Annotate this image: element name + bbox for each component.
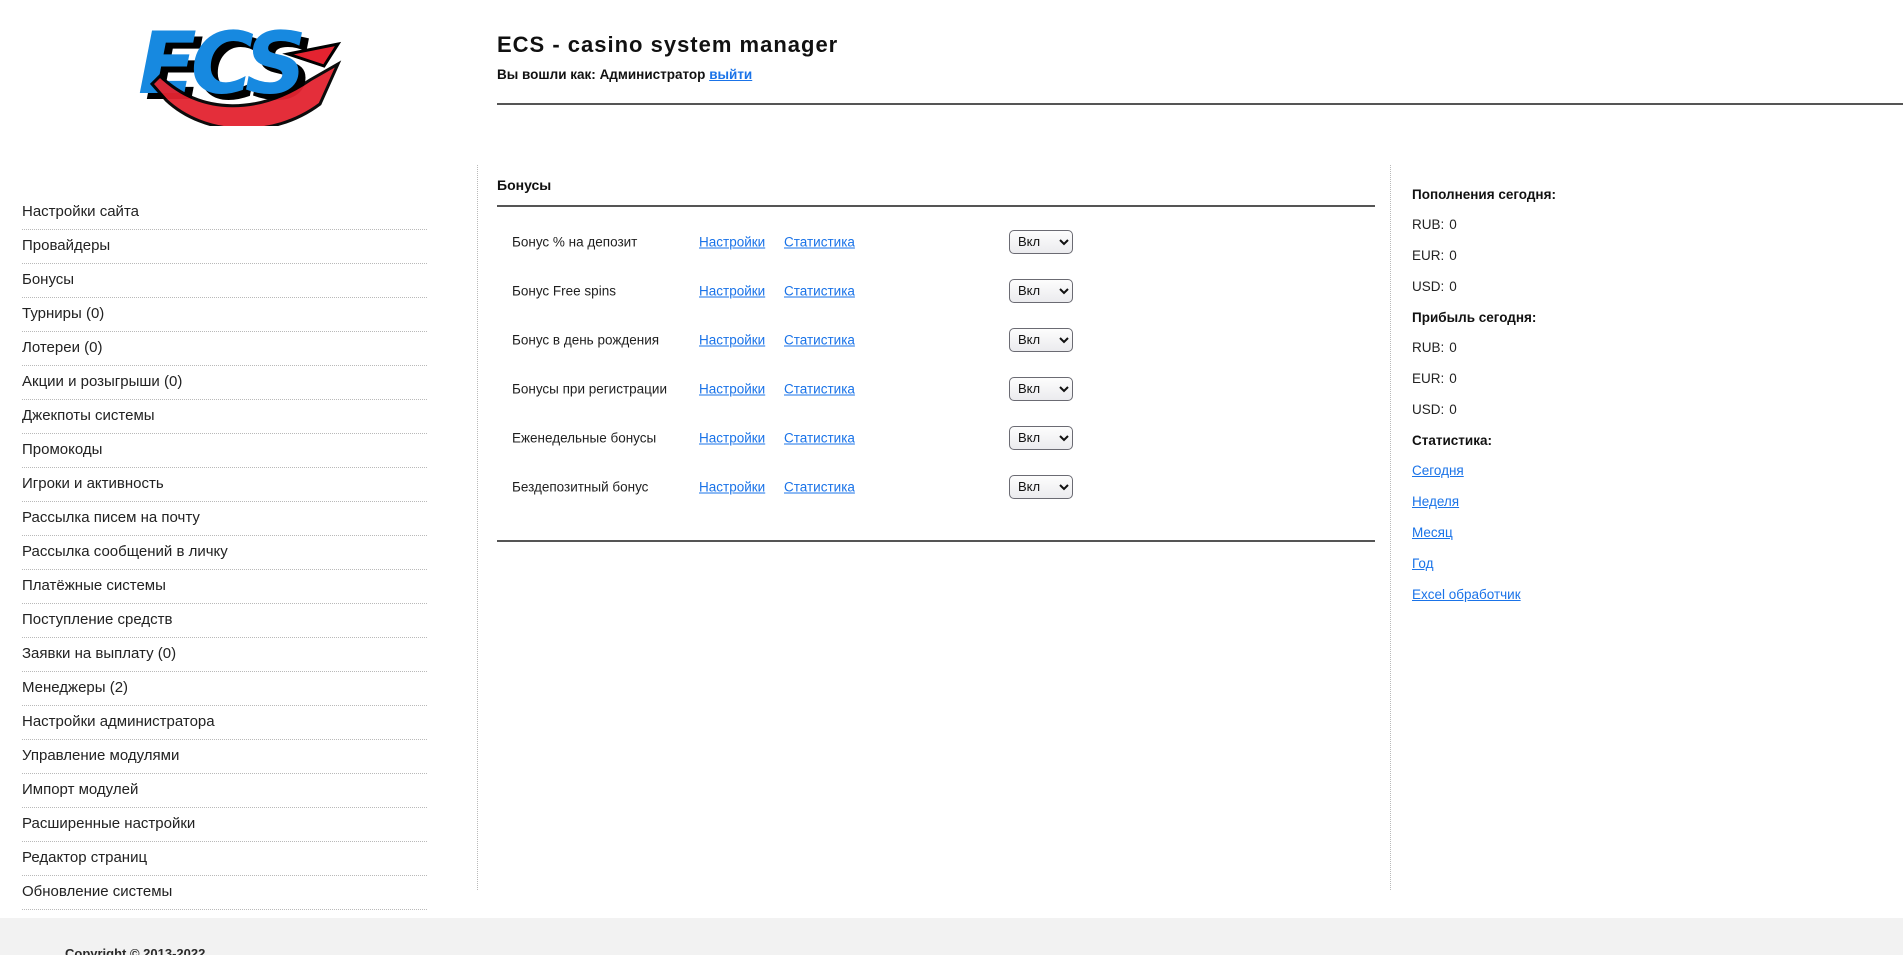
sidebar-item-module-management[interactable]: Управление модулями bbox=[22, 740, 427, 774]
sidebar-item-lotteries[interactable]: Лотереи (0) bbox=[22, 332, 427, 366]
currency-value: 0 bbox=[1449, 248, 1457, 263]
statistics-link[interactable]: Статистика bbox=[784, 283, 855, 298]
sidebar-item-admin-settings[interactable]: Настройки администратора bbox=[22, 706, 427, 740]
sidebar-item-email-mailing[interactable]: Рассылка писем на почту bbox=[22, 502, 427, 536]
bonus-name: Бонус Free spins bbox=[512, 283, 616, 298]
settings-link[interactable]: Настройки bbox=[699, 479, 765, 494]
currency-value: 0 bbox=[1449, 217, 1457, 232]
profit-today-title: Прибыль сегодня: bbox=[1412, 309, 1882, 327]
bonuses-section: Бонусы Бонус % на депозит Настройки Стат… bbox=[497, 176, 1375, 542]
sidebar-item-system-update[interactable]: Обновление системы bbox=[22, 876, 427, 910]
section-divider-top bbox=[497, 205, 1375, 207]
footer: Copyright © 2013-2022 bbox=[0, 918, 1903, 955]
bonus-rows: Бонус % на депозит Настройки Статистика … bbox=[497, 217, 1375, 511]
statistics-link[interactable]: Статистика bbox=[784, 234, 855, 249]
statistics-links: Сегодня Неделя Месяц Год Excel обработчи… bbox=[1412, 462, 1882, 604]
page-title: ECS - casino system manager bbox=[497, 32, 838, 58]
bonus-toggle-select[interactable]: Вкл bbox=[1009, 279, 1073, 303]
bonus-toggle-select[interactable]: Вкл bbox=[1009, 475, 1073, 499]
deposits-today-title: Пополнения сегодня: bbox=[1412, 186, 1882, 204]
stats-month-link[interactable]: Месяц bbox=[1412, 525, 1453, 540]
bonus-name: Бонусы при регистрации bbox=[512, 381, 667, 396]
bonus-toggle-select[interactable]: Вкл bbox=[1009, 426, 1073, 450]
sidebar-item-page-editor[interactable]: Редактор страниц bbox=[22, 842, 427, 876]
sidebar-item-bonuses[interactable]: Бонусы bbox=[22, 264, 427, 298]
section-title: Бонусы bbox=[497, 176, 1375, 195]
sidebar-item-jackpots[interactable]: Джекпоты системы bbox=[22, 400, 427, 434]
currency-label: USD: bbox=[1412, 402, 1444, 417]
stats-excel-link[interactable]: Excel обработчик bbox=[1412, 587, 1521, 602]
sidebar-item-payout-requests[interactable]: Заявки на выплату (0) bbox=[22, 638, 427, 672]
statistics-link[interactable]: Статистика bbox=[784, 479, 855, 494]
sidebar-item-module-import[interactable]: Импорт модулей bbox=[22, 774, 427, 808]
sidebar-item-managers[interactable]: Менеджеры (2) bbox=[22, 672, 427, 706]
currency-label: EUR: bbox=[1412, 371, 1444, 386]
bonus-row-no-deposit: Бездепозитный бонус Настройки Статистика… bbox=[497, 462, 1375, 511]
deposits-usd: USD: 0 bbox=[1412, 278, 1882, 296]
bonus-toggle-select[interactable]: Вкл bbox=[1009, 377, 1073, 401]
deposits-rub: RUB: 0 bbox=[1412, 216, 1882, 234]
header: ECS - casino system manager Вы вошли как… bbox=[497, 32, 838, 82]
profit-eur: EUR: 0 bbox=[1412, 370, 1882, 388]
sidebar-item-payment-systems[interactable]: Платёжные системы bbox=[22, 570, 427, 604]
sidebar-item-promocodes[interactable]: Промокоды bbox=[22, 434, 427, 468]
currency-value: 0 bbox=[1449, 279, 1457, 294]
statistics-link[interactable]: Статистика bbox=[784, 332, 855, 347]
header-divider bbox=[497, 103, 1903, 105]
bonus-row-free-spins: Бонус Free spins Настройки Статистика Вк… bbox=[497, 266, 1375, 315]
sidebar-item-players-activity[interactable]: Игроки и активность bbox=[22, 468, 427, 502]
deposits-eur: EUR: 0 bbox=[1412, 247, 1882, 265]
bonus-name: Еженедельные бонусы bbox=[512, 430, 656, 445]
currency-label: USD: bbox=[1412, 279, 1444, 294]
bonus-toggle-select[interactable]: Вкл bbox=[1009, 230, 1073, 254]
profit-rub: RUB: 0 bbox=[1412, 339, 1882, 357]
stats-week-link[interactable]: Неделя bbox=[1412, 494, 1459, 509]
ecs-logo: ECS ECS bbox=[138, 14, 348, 126]
sidebar-item-site-settings[interactable]: Настройки сайта bbox=[22, 196, 427, 230]
statistics-link[interactable]: Статистика bbox=[784, 430, 855, 445]
sidebar-item-providers[interactable]: Провайдеры bbox=[22, 230, 427, 264]
bonus-toggle-select[interactable]: Вкл bbox=[1009, 328, 1073, 352]
section-divider-bottom bbox=[497, 540, 1375, 542]
copyright-text: Copyright © 2013-2022 bbox=[65, 946, 205, 955]
sidebar-item-promotions[interactable]: Акции и розыгрыши (0) bbox=[22, 366, 427, 400]
sidebar-main-divider bbox=[477, 165, 478, 890]
settings-link[interactable]: Настройки bbox=[699, 430, 765, 445]
logout-link[interactable]: выйти bbox=[709, 67, 752, 82]
stats-today-link[interactable]: Сегодня bbox=[1412, 463, 1464, 478]
bonus-name: Бонус % на депозит bbox=[512, 234, 637, 249]
main-rightpanel-divider bbox=[1390, 165, 1391, 890]
bonus-name: Бонус в день рождения bbox=[512, 332, 659, 347]
currency-label: RUB: bbox=[1412, 340, 1444, 355]
profit-usd: USD: 0 bbox=[1412, 401, 1882, 419]
bonus-row-weekly: Еженедельные бонусы Настройки Статистика… bbox=[497, 413, 1375, 462]
currency-value: 0 bbox=[1449, 402, 1457, 417]
bonus-row-deposit-percent: Бонус % на депозит Настройки Статистика … bbox=[497, 217, 1375, 266]
currency-value: 0 bbox=[1449, 340, 1457, 355]
login-user: Администратор bbox=[600, 67, 706, 82]
bonus-row-registration: Бонусы при регистрации Настройки Статист… bbox=[497, 364, 1375, 413]
statistics-link[interactable]: Статистика bbox=[784, 381, 855, 396]
ecs-logo-swoosh-icon bbox=[138, 14, 348, 126]
sidebar-item-advanced-settings[interactable]: Расширенные настройки bbox=[22, 808, 427, 842]
statistics-title: Статистика: bbox=[1412, 432, 1882, 450]
currency-label: RUB: bbox=[1412, 217, 1444, 232]
settings-link[interactable]: Настройки bbox=[699, 283, 765, 298]
currency-value: 0 bbox=[1449, 371, 1457, 386]
settings-link[interactable]: Настройки bbox=[699, 332, 765, 347]
sidebar-item-pm-mailing[interactable]: Рассылка сообщений в личку bbox=[22, 536, 427, 570]
right-panel: Пополнения сегодня: RUB: 0 EUR: 0 USD: 0 Пр… bbox=[1412, 186, 1882, 617]
bonus-name: Бездепозитный бонус bbox=[512, 479, 648, 494]
settings-link[interactable]: Настройки bbox=[699, 381, 765, 396]
settings-link[interactable]: Настройки bbox=[699, 234, 765, 249]
sidebar-item-tournaments[interactable]: Турниры (0) bbox=[22, 298, 427, 332]
login-prefix: Вы вошли как: bbox=[497, 67, 596, 82]
sidebar-item-incoming-funds[interactable]: Поступление средств bbox=[22, 604, 427, 638]
stats-year-link[interactable]: Год bbox=[1412, 556, 1434, 571]
currency-label: EUR: bbox=[1412, 248, 1444, 263]
sidebar-nav: Настройки сайта Провайдеры Бонусы Турнир… bbox=[22, 196, 427, 910]
login-status: Вы вошли как: Администратор выйти bbox=[497, 67, 838, 82]
bonus-row-birthday: Бонус в день рождения Настройки Статисти… bbox=[497, 315, 1375, 364]
